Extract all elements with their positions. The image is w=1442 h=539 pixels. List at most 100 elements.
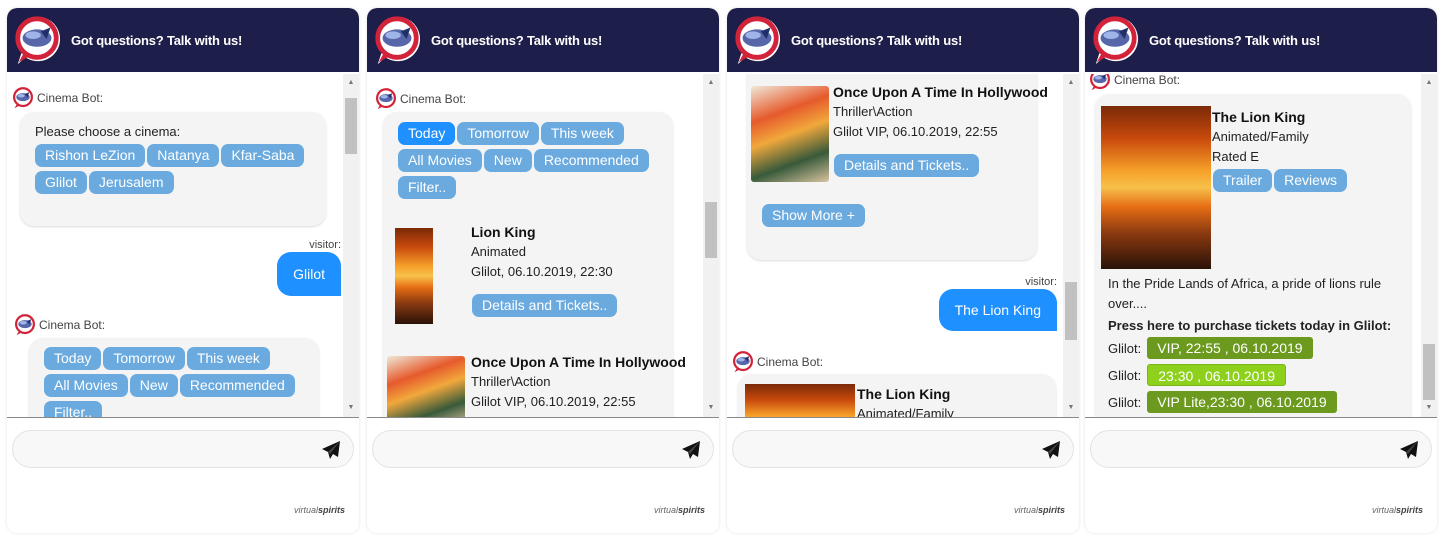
brand-bold: spirits [1037,505,1065,515]
chat-messages[interactable]: Cinema Bot: Today Tomorrow This week All M… [367,74,719,417]
scroll-down-arrow-icon[interactable]: ▼ [1421,401,1437,415]
filter-tomorrow[interactable]: Tomorrow [457,122,539,145]
filter-this-week[interactable]: This week [186,347,270,370]
bot-message-bubble: Please choose a cinema: Rishon LeZion Nat… [20,112,326,226]
scroll-down-arrow-icon[interactable]: ▼ [343,401,359,415]
message-input[interactable] [12,430,354,468]
cinema-option-jerusalem[interactable]: Jerusalem [88,171,174,194]
movie-poster[interactable] [751,86,829,182]
visitor-label: visitor: [1025,276,1057,288]
message-input[interactable] [1090,430,1432,468]
ticket-button[interactable]: VIP Lite,23:30 , 06.10.2019 [1147,391,1337,413]
header-title: Got questions? Talk with us! [791,32,963,48]
filter-this-week[interactable]: This week [540,122,624,145]
bot-label: Cinema Bot: [1088,74,1180,92]
filter-new[interactable]: New [483,149,532,172]
filter-new[interactable]: New [129,374,178,397]
scroll-up-arrow-icon[interactable]: ▲ [1063,76,1079,90]
movie-genre: Animated/Family [1212,129,1309,144]
details-tickets-button[interactable]: Details and Tickets.. [834,154,980,177]
scrollbar[interactable]: ▲ ▼ [703,74,719,417]
filter-recommended[interactable]: Recommended [179,374,295,397]
reviews-button[interactable]: Reviews [1274,169,1348,192]
movie-synopsis: In the Pride Lands of Africa, a pride of… [1108,276,1382,311]
divider [7,417,359,418]
movie-genre: Thriller\Action [833,104,913,119]
cinema-option-kfar-saba[interactable]: Kfar-Saba [221,144,305,167]
paper-plane-icon[interactable] [1041,440,1061,460]
paper-plane-icon[interactable] [321,440,341,460]
chat-messages[interactable]: Once Upon A Time In Hollywood Thriller\A… [727,74,1079,417]
message-input[interactable] [372,430,714,468]
cinema-logo-icon [1089,14,1141,66]
scrollbar[interactable]: ▲ ▼ [343,74,359,417]
scroll-down-arrow-icon[interactable]: ▼ [1063,401,1079,415]
header-title: Got questions? Talk with us! [71,32,243,48]
movie-poster[interactable] [395,228,433,324]
movie-showtime: Glilot, 06.10.2019, 22:30 [471,264,613,279]
show-more-button[interactable]: Show More + [762,204,865,227]
movie-poster[interactable] [387,356,465,417]
bot-message-bubble: Once Upon A Time In Hollywood Thriller\A… [747,74,1048,260]
cinema-option-rishon-lezion[interactable]: Rishon LeZion [35,144,146,167]
chat-widget-3: Got questions? Talk with us! Once Upon A… [727,8,1079,533]
movie-showtime: Glilot VIP, 06.10.2019, 22:55 [833,124,998,139]
scroll-up-arrow-icon[interactable]: ▲ [1421,76,1437,90]
cinema-option-natanya[interactable]: Natanya [147,144,220,167]
bot-name: Cinema Bot: [400,92,467,106]
chat-widget-1: Got questions? Talk with us! Cinema Bot:… [7,8,359,533]
chat-header: Got questions? Talk with us! [727,8,1079,72]
movie-title: Lion King [471,224,536,240]
scroll-thumb[interactable] [705,202,717,258]
filter-more[interactable]: Filter.. [44,401,103,417]
bot-avatar-icon [375,87,398,111]
chat-widget-4: Got questions? Talk with us! Cinema Bot:… [1085,8,1437,533]
brand-light: virtual [1013,505,1038,515]
movie-title: Once Upon A Time In Hollywood [471,354,686,370]
filter-all-movies[interactable]: All Movies [398,149,482,172]
chat-messages[interactable]: Cinema Bot: Please choose a cinema: Rish… [7,74,359,417]
trailer-button[interactable]: Trailer [1213,169,1273,192]
ticket-button[interactable]: VIP, 22:55 , 06.10.2019 [1147,337,1313,359]
movie-genre: Animated/Family [857,406,954,417]
filter-today[interactable]: Today [398,122,456,145]
bot-label: Cinema Bot: [731,350,823,374]
movie-poster[interactable] [1101,106,1211,269]
ticket-location: Glilot: [1108,340,1142,356]
brand-bold: spirits [1395,505,1423,515]
bot-name: Cinema Bot: [757,355,824,369]
filter-recommended[interactable]: Recommended [533,149,649,172]
movie-genre: Animated [471,244,526,259]
scroll-up-arrow-icon[interactable]: ▲ [703,76,719,90]
message-input[interactable] [732,430,1074,468]
ticket-button[interactable]: 23:30 , 06.10.2019 [1147,364,1287,386]
brand-bold: spirits [317,505,345,515]
bot-label: Cinema Bot: [374,87,466,111]
filter-all-movies[interactable]: All Movies [44,374,128,397]
brand-light: virtual [653,505,678,515]
scroll-thumb[interactable] [1065,282,1077,340]
filter-more[interactable]: Filter.. [398,176,457,199]
divider [727,417,1079,418]
paper-plane-icon[interactable] [1399,440,1419,460]
ticket-row: Glilot: VIP Lite,23:30 , 06.10.2019 [1108,391,1337,413]
ticket-row: Glilot: VIP, 22:55 , 06.10.2019 [1108,337,1313,359]
scroll-up-arrow-icon[interactable]: ▲ [343,76,359,90]
divider [1085,417,1437,418]
scrollbar[interactable]: ▲ ▼ [1063,74,1079,417]
scrollbar[interactable]: ▲ ▼ [1421,74,1437,417]
filter-today[interactable]: Today [44,347,102,370]
movie-poster[interactable] [745,384,855,417]
paper-plane-icon[interactable] [681,440,701,460]
movie-title: The Lion King [1212,109,1306,125]
bot-avatar-icon [12,86,35,110]
bot-avatar-icon [1089,74,1112,92]
scroll-thumb[interactable] [1423,344,1435,400]
details-tickets-button[interactable]: Details and Tickets.. [472,294,618,317]
bot-name: Cinema Bot: [1114,74,1181,87]
scroll-down-arrow-icon[interactable]: ▼ [703,401,719,415]
filter-tomorrow[interactable]: Tomorrow [103,347,185,370]
scroll-thumb[interactable] [345,98,357,154]
chat-messages[interactable]: Cinema Bot: The Lion King Animated/Famil… [1085,74,1437,417]
cinema-option-glilot[interactable]: Glilot [35,171,87,194]
